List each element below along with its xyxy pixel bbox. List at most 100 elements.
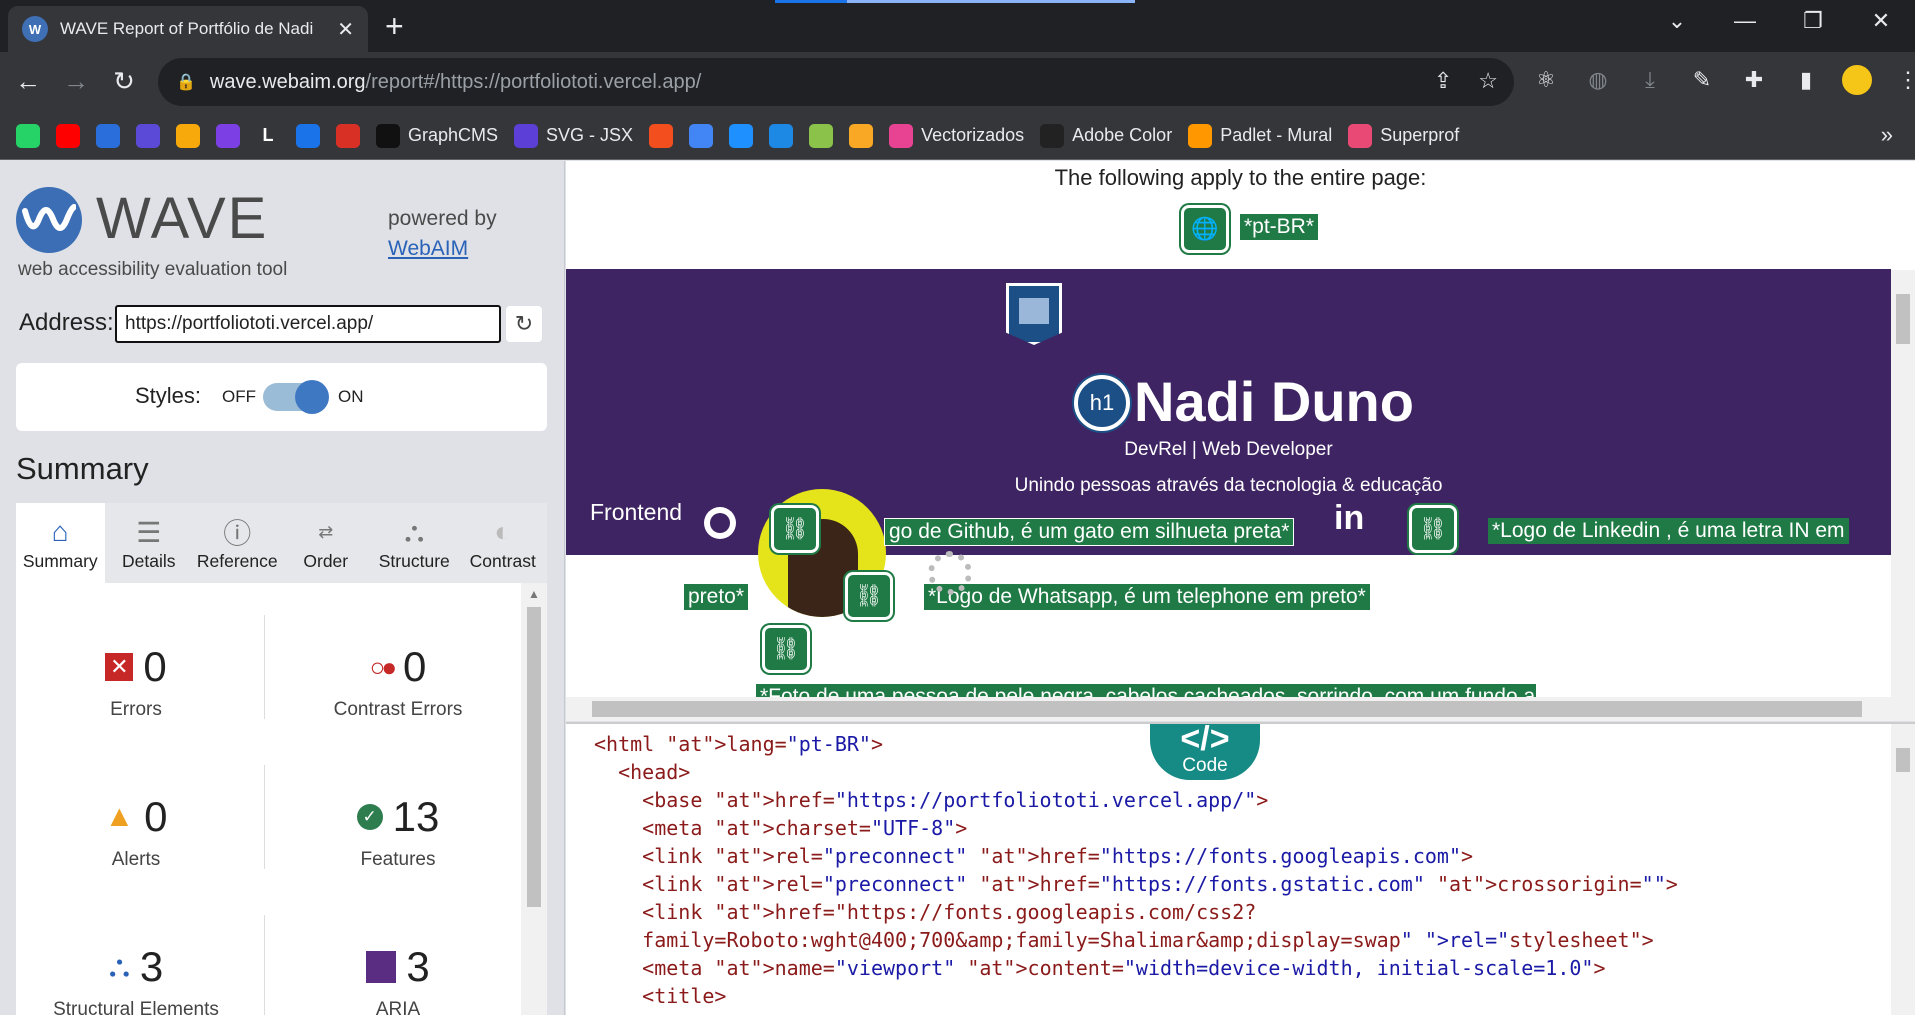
code-toggle-button[interactable]: </> Code [1150, 724, 1260, 780]
more-bookmarks-icon[interactable]: » [1881, 122, 1893, 148]
forward-icon[interactable]: → [60, 66, 92, 97]
react-devtools-icon[interactable]: ⚛ [1530, 64, 1562, 96]
scrollbar-thumb[interactable] [527, 607, 541, 907]
aria-stat[interactable]: 3 ARIA [278, 943, 518, 1015]
structure-elements-icon: ⛬ [108, 950, 130, 983]
bookmark-item[interactable] [136, 123, 160, 148]
extensions-puzzle-icon[interactable]: ✚ [1738, 64, 1770, 96]
folder-icon [176, 123, 200, 148]
contrast-errors-label: Contrast Errors [333, 699, 463, 720]
alerts-count: 0 [144, 793, 168, 840]
back-icon[interactable]: ← [12, 66, 44, 97]
whatsapp-alt-label: *Logo de Whatsapp, é um telephone em pre… [924, 584, 1370, 610]
bookmark-item[interactable]: Adobe Color [1040, 123, 1172, 148]
tab-order[interactable]: ⇄ Order [282, 503, 371, 583]
bookmark-item[interactable]: SVG - JSX [514, 123, 633, 148]
linkedin-icon[interactable]: in [1334, 499, 1364, 538]
bookmark-label: GraphCMS [408, 125, 499, 145]
reload-icon[interactable]: ↻ [108, 66, 140, 97]
bookmark-item[interactable] [769, 123, 794, 148]
side-panel-icon[interactable]: ▮ [1790, 64, 1822, 96]
tab-reference[interactable]: ⓘ Reference [193, 503, 282, 583]
preview-horizontal-scrollbar[interactable] [566, 697, 1915, 721]
bookmark-item[interactable] [336, 123, 360, 148]
bookmark-item[interactable] [649, 123, 674, 148]
alerts-stat[interactable]: ▲ 0 Alerts [16, 793, 256, 871]
code-line: <link "at">rel="preconnect" "at">href="h… [594, 844, 1474, 868]
scrollbar-thumb[interactable] [1896, 294, 1910, 344]
bookmark-star-icon[interactable]: ☆ [1478, 68, 1498, 94]
address-input[interactable] [115, 305, 501, 343]
h1-badge[interactable]: h1 [1074, 375, 1130, 431]
c-icon [689, 123, 714, 148]
browser-tab[interactable]: W WAVE Report of Portfólio de Nadi ✕ [8, 6, 368, 52]
scrollbar-thumb[interactable] [1896, 748, 1910, 772]
lock-icon[interactable]: 🔒 [176, 72, 196, 92]
powered-by-text: powered by [388, 207, 497, 230]
bookmark-item[interactable]: L [256, 123, 280, 148]
restore-icon[interactable]: ❐ [1779, 0, 1847, 42]
download-icon[interactable]: ⤓ [1634, 64, 1666, 96]
bookmark-item[interactable] [96, 123, 120, 148]
preview-vertical-scrollbar[interactable] [1891, 270, 1915, 697]
bookmark-item[interactable] [729, 123, 754, 148]
code-panel: <html "at">lang="pt-BR"> <head> <base "a… [566, 722, 1915, 1015]
profile-avatar[interactable] [1842, 65, 1872, 95]
linked-image-icon[interactable]: ⛓ [1409, 505, 1457, 553]
bookmark-item[interactable]: Superprof [1348, 123, 1459, 148]
bookmark-item[interactable] [216, 123, 240, 148]
extension-globe-icon[interactable]: ◍ [1582, 64, 1614, 96]
webaim-link[interactable]: WebAIM [388, 237, 468, 261]
linked-image-icon[interactable]: ⛓ [845, 572, 893, 620]
code-line: <head> [594, 760, 691, 784]
address-label: Address: [19, 309, 114, 336]
feature-check-icon: ✓ [356, 804, 383, 830]
language-globe-icon[interactable]: 🌐 [1181, 205, 1229, 253]
contrast-errors-stat[interactable]: ○● 0 Contrast Errors [278, 643, 518, 721]
summary-scrollbar[interactable]: ▲ [521, 583, 547, 1015]
linked-image-icon[interactable]: ⛓ [771, 505, 819, 553]
features-count: 13 [392, 793, 440, 840]
new-tab-icon[interactable]: + [385, 8, 404, 45]
bookmark-item[interactable] [16, 123, 40, 148]
close-tab-icon[interactable]: ✕ [337, 17, 354, 42]
bookmark-item[interactable] [689, 123, 714, 148]
tab-structure[interactable]: ⛬ Structure [370, 503, 459, 583]
features-stat[interactable]: ✓ 13 Features [278, 793, 518, 871]
bookmark-item[interactable]: Vectorizados [889, 123, 1024, 148]
whatsapp-icon [16, 123, 40, 148]
close-window-icon[interactable]: ✕ [1847, 0, 1915, 42]
tab-contrast[interactable]: ◐ Contrast [459, 503, 548, 583]
share-icon[interactable]: ⇪ [1434, 68, 1452, 94]
navigation-bar: ← → ↻ 🔒 wave.webaim.org/report#/https://… [0, 52, 1915, 112]
tab-summary[interactable]: ⌂ Summary [16, 503, 105, 583]
errors-stat[interactable]: ✕ 0 Errors [16, 643, 256, 721]
language-label: *pt-BR* [1240, 214, 1319, 240]
bookmark-item[interactable] [849, 123, 874, 148]
chrome-menu-icon[interactable]: ⋮ [1892, 64, 1915, 96]
bookmark-item[interactable] [56, 123, 80, 148]
structural-elements-stat[interactable]: ⛬ 3 Structural Elements [16, 943, 256, 1015]
url-host: wave.webaim.org [209, 70, 366, 93]
scroll-up-icon[interactable]: ▲ [528, 587, 540, 601]
github-icon[interactable] [704, 507, 736, 539]
bookmark-item[interactable]: Padlet - Mural [1188, 123, 1332, 148]
u-icon [216, 123, 240, 148]
grid-icon [769, 123, 794, 148]
styles-toggle[interactable] [263, 380, 329, 414]
address-bar[interactable]: 🔒 wave.webaim.org/report#/https://portfo… [158, 58, 1514, 106]
eyedropper-icon[interactable]: ✎ [1686, 64, 1718, 96]
code-scrollbar[interactable] [1891, 724, 1915, 1015]
minimize-icon[interactable]: — [1711, 0, 1779, 42]
bookmark-item[interactable] [176, 123, 200, 148]
bookmark-item[interactable]: GraphCMS [376, 123, 499, 148]
linked-image-icon[interactable]: ⛓ [762, 625, 810, 673]
tab-details[interactable]: ☰ Details [105, 503, 194, 583]
scrollbar-thumb[interactable] [592, 701, 1862, 717]
refresh-report-icon[interactable]: ↻ [506, 306, 542, 342]
header-region-icon[interactable] [1006, 283, 1062, 345]
tab-search-icon[interactable]: ⌄ [1643, 0, 1711, 42]
bookmark-item[interactable] [296, 123, 320, 148]
l-icon: L [256, 123, 280, 148]
bookmark-item[interactable] [809, 123, 834, 148]
